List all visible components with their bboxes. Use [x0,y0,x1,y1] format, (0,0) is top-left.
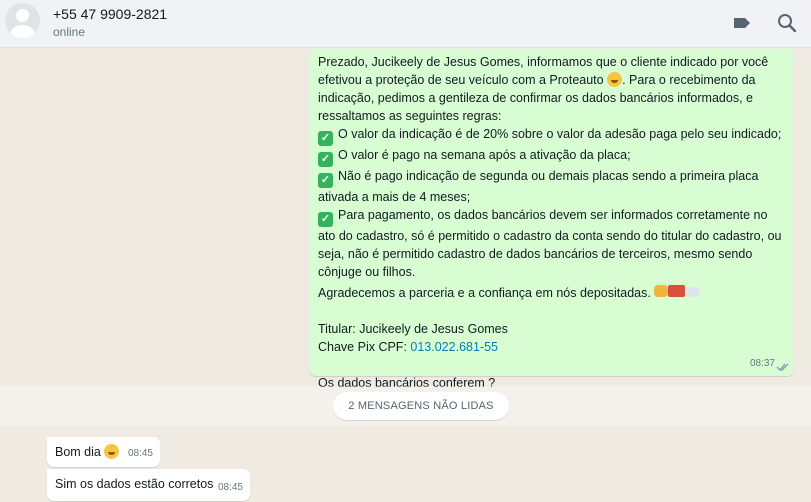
check-mark-icon: ✓ [318,152,333,167]
contact-avatar[interactable] [5,3,40,38]
message-time: 08:37 [749,358,775,369]
contact-name[interactable]: +55 47 9909-2821 [53,6,167,22]
message-time: 08:45 [217,482,243,493]
rule-item: ✓ Não é pago indicação de segunda ou dema… [318,169,759,204]
smile-emoji-icon [104,444,120,459]
rule-item: ✓ Para pagamento, os dados bancários deve… [318,208,782,279]
thanks-line: Agradecemos a parceria e a confiança em … [318,281,785,302]
check-mark-icon: ✓ [318,173,333,188]
truck-icon [668,285,686,297]
rule-item: ✓ O valor é pago na semana após a ativaçã… [318,146,785,167]
message-intro: Prezado, Jucikeely de Jesus Gomes, infor… [318,53,785,125]
message-time: 08:45 [127,448,153,459]
chat-header: +55 47 9909-2821 online [0,0,811,48]
dust-cloud-icon [685,287,701,297]
incoming-message[interactable]: Bom dia 08:45 [47,437,160,467]
unread-badge: 2 MENSAGENS NÃO LIDAS [333,392,509,420]
smile-emoji-icon [607,72,623,87]
pix-line: Chave Pix CPF: 013.022.681-55 [318,340,498,354]
check-mark-icon: ✓ [318,131,333,146]
check-mark-icon: ✓ [318,212,333,227]
contact-status: online [53,25,86,39]
label-icon[interactable] [731,12,753,34]
pix-key-link[interactable]: 013.022.681-55 [410,340,498,354]
message-text: Bom dia [55,445,101,459]
handshake-icon [654,285,669,297]
double-check-icon [776,363,789,371]
rule-item: ✓ O valor da indicação é de 20% sobre o v… [318,125,785,146]
chat-panel: Prezado, Jucikeely de Jesus Gomes, infor… [0,48,811,502]
search-icon[interactable] [776,12,798,34]
outgoing-message[interactable]: Prezado, Jucikeely de Jesus Gomes, infor… [309,49,794,390]
unread-divider: 2 MENSAGENS NÃO LIDAS [0,386,811,426]
message-text: Sim os dados estão corretos [55,477,214,491]
holder-line: Titular: Jucikeely de Jesus Gomes [318,322,508,336]
incoming-message[interactable]: Sim os dados estão corretos 08:45 [47,469,250,501]
